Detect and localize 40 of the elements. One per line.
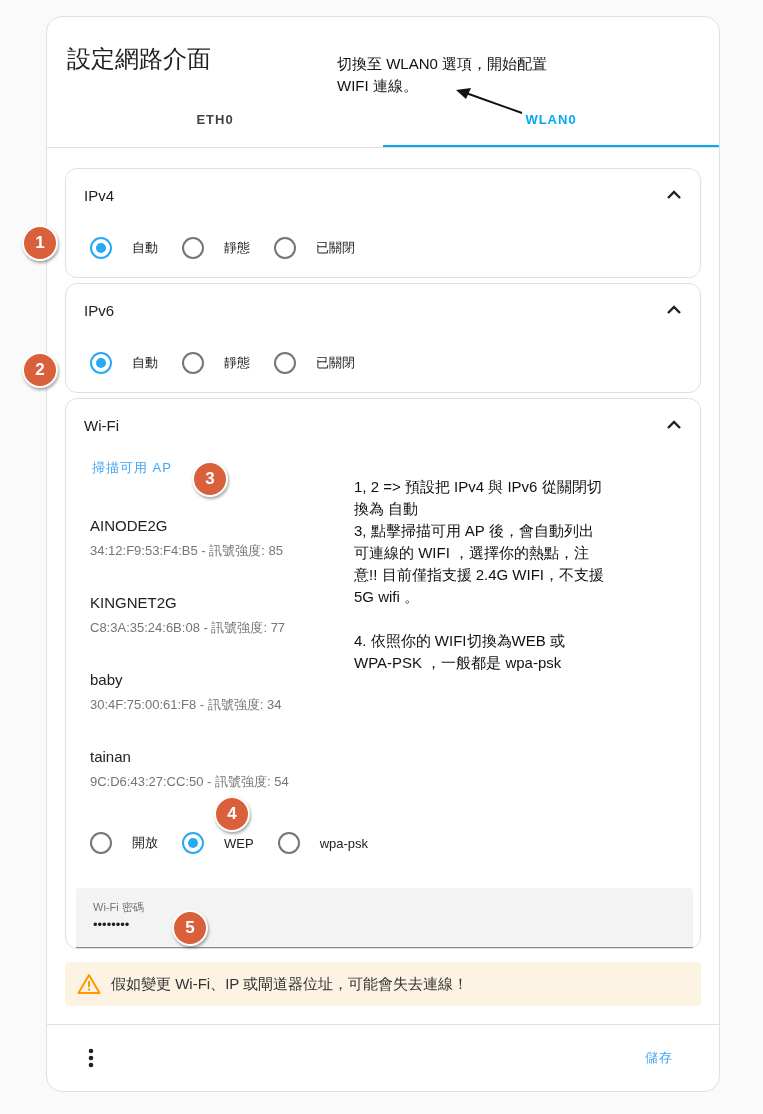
tab[interactable]: ETH0 [47,94,383,147]
radio-label: 已關閉 [316,354,355,372]
network-name: KINGNET2G [90,594,177,611]
network-detail: C8:3A:35:24:6B:08 - 訊號強度: 77 [90,619,286,637]
callout-badge: 1 [22,225,58,261]
network-detail: 30:4F:75:00:61:F8 - 訊號強度: 34 [90,696,282,714]
annotation-note: 切換至 WLAN0 選項，開始配置WIFI 連線。 [337,54,548,96]
radio-button[interactable] [182,352,204,374]
section-title: IPv4 [84,186,114,204]
radio-label: WEP [224,835,254,851]
radio-button[interactable] [277,832,300,854]
radio-label: wpa-psk [319,835,369,851]
radio-button[interactable] [182,832,204,854]
radio-button[interactable] [274,352,296,374]
radio-label: 靜態 [224,239,250,257]
annotation-note: 4. 依照你的 WIFI切換為WEB 或 WPA-PSK ，一般都是 wpa-psk [354,631,566,673]
field-label: Wi-Fi 密碼 [93,900,144,915]
warning-icon [77,973,101,995]
dialog-title: 設定網路介面 [67,44,211,74]
radio-label: 自動 [132,239,158,257]
radio-label: 靜態 [224,354,250,372]
network-name: tainan [90,748,131,765]
annotation-note: 1, 2 => 預設把 IPv4 與 IPv6 從關閉切換為 自動 [354,477,603,519]
radio-label: 已關閉 [316,239,355,257]
section-title: IPv6 [84,301,114,319]
callout-badge: 2 [22,352,58,388]
radio-button[interactable] [90,237,112,259]
annotation-note: 3, 點擊掃描可用 AP 後，會自動列出可連線的 WIFI ，選擇你的熱點，注意!! 目前僅指支援 2.4G WIFI，不支援 5G wifi 。 [354,521,604,607]
radio-label: 自動 [132,354,158,372]
radio-label: 開放 [132,834,158,852]
section-title: Wi-Fi [84,416,119,434]
network-detail: 34:12:F9:53:F4:B5 - 訊號強度: 85 [90,542,283,560]
radio-button[interactable] [182,237,204,259]
radio-button[interactable] [90,352,112,374]
radio-button[interactable] [90,832,112,854]
network-name: baby [90,671,123,688]
network-name: AINODE2G [90,517,168,534]
radio-button[interactable] [274,237,296,259]
warning-text: 假如變更 Wi-Fi、IP 或閘道器位址，可能會失去連線！ [111,974,469,994]
network-detail: 9C:D6:43:27:CC:50 - 訊號強度: 54 [90,773,289,791]
